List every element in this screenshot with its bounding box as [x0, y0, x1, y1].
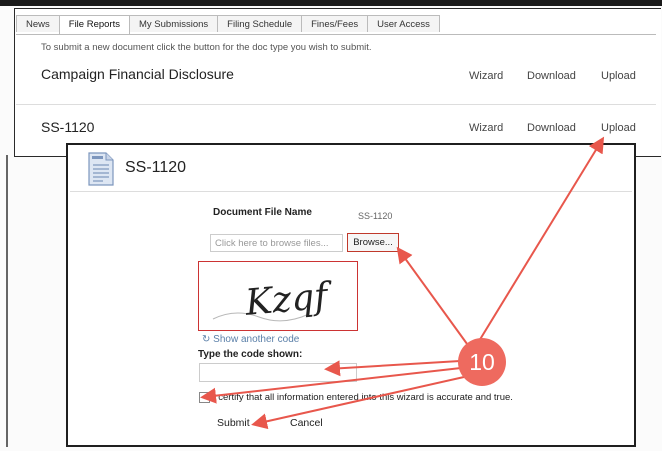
tab-fines-fees[interactable]: Fines/Fees — [301, 15, 369, 32]
captcha-input[interactable] — [199, 363, 357, 382]
tab-my-submissions[interactable]: My Submissions — [128, 15, 219, 32]
tab-file-reports[interactable]: File Reports — [58, 15, 130, 35]
step-number-badge: 10 — [458, 338, 506, 386]
tab-divider — [16, 34, 656, 35]
certify-label: I certify that all information entered i… — [213, 392, 513, 403]
certify-checkbox[interactable] — [199, 392, 210, 403]
tab-bar: News File Reports My Submissions Filing … — [16, 15, 440, 35]
browse-button[interactable]: Browse... — [347, 233, 399, 252]
doc-title-ss1120: SS-1120 — [41, 119, 95, 135]
row-divider — [16, 104, 656, 105]
doc-title-campaign: Campaign Financial Disclosure — [41, 66, 234, 82]
file-name-label: Document File Name — [213, 207, 312, 218]
wizard-link-campaign[interactable]: Wizard — [469, 70, 503, 82]
upload-link-ss1120[interactable]: Upload — [601, 122, 636, 134]
tab-user-access[interactable]: User Access — [367, 15, 440, 32]
wizard-link-ss1120[interactable]: Wizard — [469, 122, 503, 134]
background-edge — [6, 155, 8, 447]
dialog-header-divider — [70, 191, 632, 192]
dialog-title: SS-1120 — [125, 159, 187, 176]
document-icon — [88, 152, 114, 186]
tab-filing-schedule[interactable]: Filing Schedule — [217, 15, 303, 32]
svg-text:Kzqf: Kzqf — [243, 275, 335, 324]
download-link-ss1120[interactable]: Download — [527, 122, 576, 134]
cancel-button[interactable]: Cancel — [290, 417, 323, 429]
show-another-code-link[interactable]: ↻ Show another code — [202, 334, 299, 345]
captcha-label: Type the code shown: — [198, 349, 303, 360]
file-browse-input[interactable]: Click here to browse files... — [210, 234, 343, 252]
download-link-campaign[interactable]: Download — [527, 70, 576, 82]
intro-text: To submit a new document click the butto… — [41, 42, 372, 53]
upload-dialog: SS-1120 Document File Name SS-1120 Click… — [66, 143, 636, 447]
file-name-value: SS-1120 — [358, 211, 393, 221]
refresh-icon: ↻ — [202, 334, 211, 345]
tab-news[interactable]: News — [16, 15, 60, 32]
submit-button[interactable]: Submit — [217, 417, 250, 429]
captcha-text-image: Kzqf — [212, 275, 335, 324]
upload-link-campaign[interactable]: Upload — [601, 70, 636, 82]
captcha-image: Kzqf — [198, 261, 358, 331]
show-another-code-label: Show another code — [213, 334, 300, 345]
window-top-edge — [0, 0, 662, 6]
